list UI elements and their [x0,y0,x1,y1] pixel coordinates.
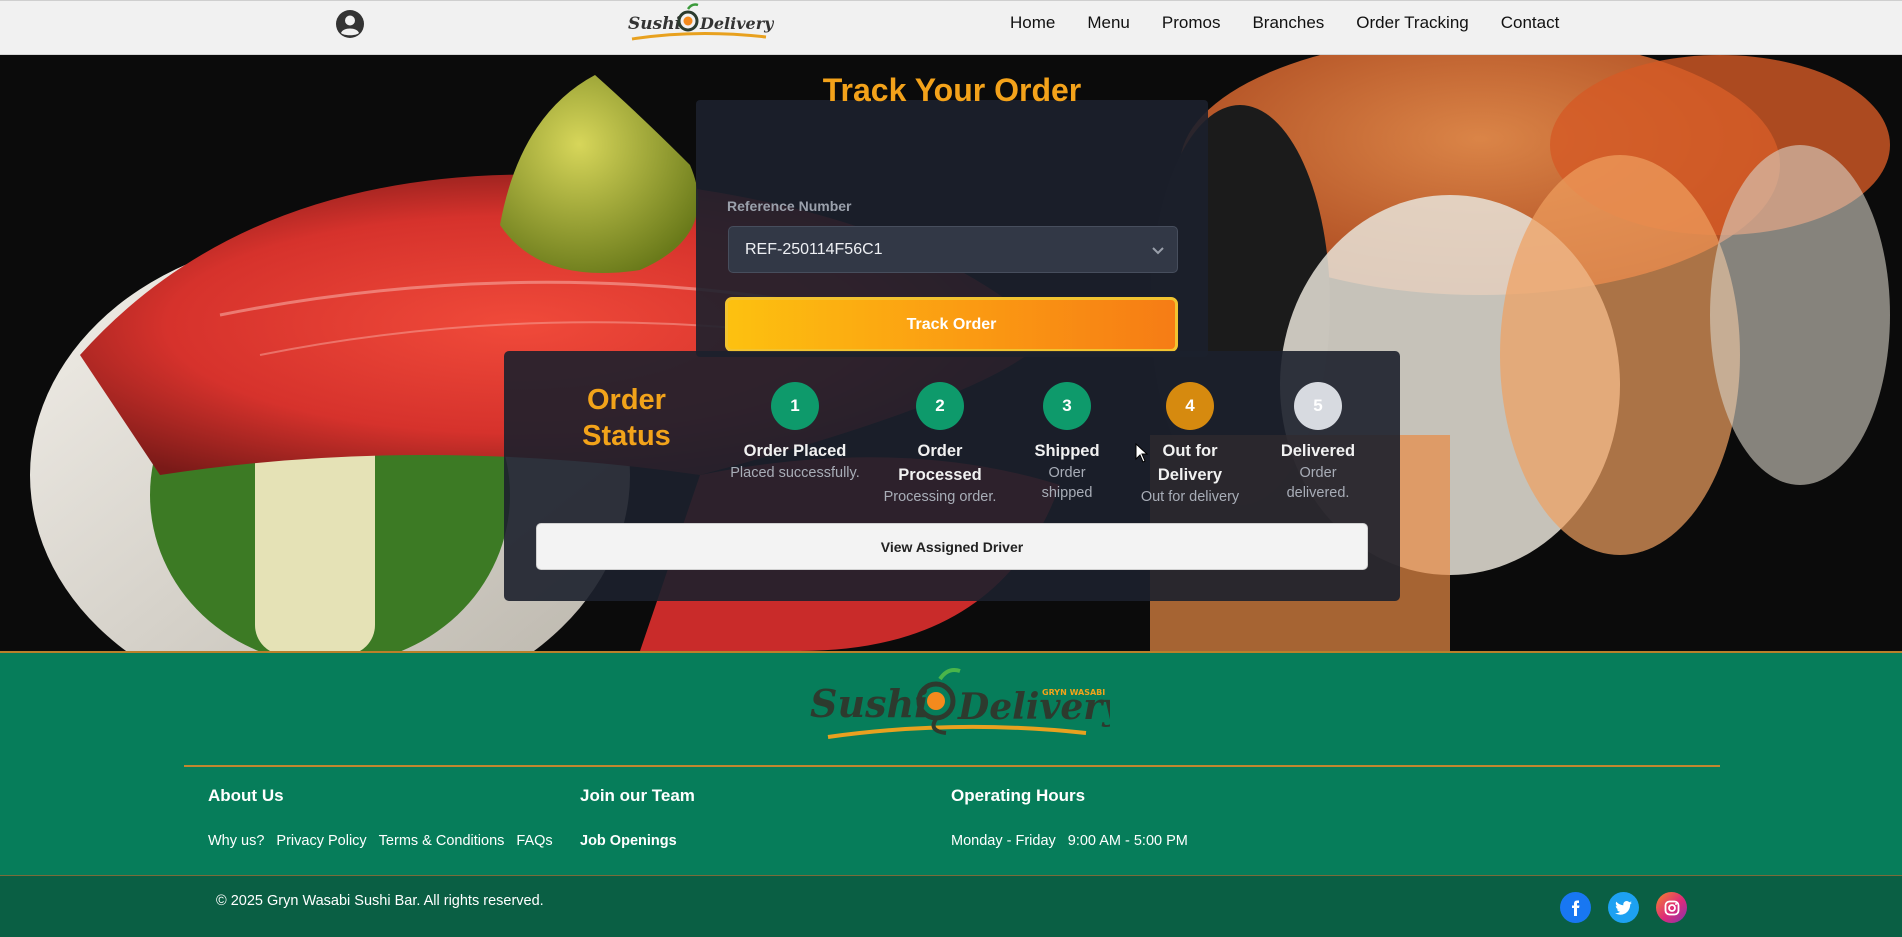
svg-text:GRYN WASABI: GRYN WASABI [1042,688,1105,697]
reference-number-value: REF-250114F56C1 [745,240,883,258]
track-order-button[interactable]: Track Order [725,297,1178,352]
site-footer: Sushi Delivery GRYN WASABI About Us Why … [0,651,1902,875]
step-label: Out for Delivery [1157,442,1223,484]
operating-days: Monday - Friday [951,833,1056,849]
order-status-card: Order Status 1 Order Placed Placed succe… [504,351,1400,601]
site-header: Sushi Delivery Home Menu Promos Branches… [0,0,1902,55]
copyright-text: © 2025 Gryn Wasabi Sushi Bar. All rights… [216,893,544,909]
faqs-link[interactable]: FAQs [516,833,552,849]
svg-text:Delivery: Delivery [699,14,774,33]
step-description: Placed successfully. [730,465,860,481]
twitter-icon[interactable] [1608,892,1639,923]
status-step-order-processed: 2 Order Processed Processing order. [875,382,1005,507]
step-description: Order shipped [1041,465,1093,501]
social-links [1560,892,1687,923]
about-us-heading: About Us [208,786,284,805]
step-description: Out for delivery [1140,489,1240,505]
order-status-title: Order Status [582,384,671,452]
footer-logo: Sushi Delivery GRYN WASABI [810,668,1110,739]
nav-promos[interactable]: Promos [1162,13,1221,33]
footer-divider [184,765,1720,767]
account-icon[interactable] [335,9,365,39]
nav-menu[interactable]: Menu [1087,13,1130,33]
track-order-title: Track Your Order [822,72,1082,108]
reference-number-select[interactable]: REF-250114F56C1 [728,226,1178,273]
terms-conditions-link[interactable]: Terms & Conditions [379,833,505,849]
why-us-link[interactable]: Why us? [208,833,264,849]
operating-hours-heading: Operating Hours [951,786,1086,805]
main-nav: Home Menu Promos Branches Order Tracking… [1010,1,1559,45]
svg-text:Sushi: Sushi [810,681,929,726]
step-number-badge: 1 [771,382,819,430]
nav-order-tracking[interactable]: Order Tracking [1356,13,1468,33]
mouse-cursor-icon [1135,443,1149,463]
status-step-order-placed: 1 Order Placed Placed successfully. [730,382,860,483]
step-label: Order Placed [743,442,847,460]
nav-branches[interactable]: Branches [1252,13,1324,33]
step-description: Order delivered. [1286,465,1350,501]
chevron-down-icon [1152,247,1164,255]
status-step-shipped: 3 Shipped Order shipped [1002,382,1132,503]
track-order-card: Track Your Order Reference Number REF-25… [696,72,1208,357]
step-number-badge: 3 [1043,382,1091,430]
view-assigned-driver-button[interactable]: View Assigned Driver [536,523,1368,570]
step-label: Order Processed [898,442,982,484]
reference-number-label: Reference Number [727,198,852,214]
status-step-delivered: 5 Delivered Order delivered. [1253,382,1383,503]
facebook-icon[interactable] [1560,892,1591,923]
operating-time: 9:00 AM - 5:00 PM [1067,833,1188,849]
nav-home[interactable]: Home [1010,13,1055,33]
about-links: Why us? Privacy Policy Terms & Condition… [208,833,553,849]
privacy-policy-link[interactable]: Privacy Policy [276,833,366,849]
nav-contact[interactable]: Contact [1501,13,1560,33]
step-description: Processing order. [883,489,997,505]
job-openings-link[interactable]: Job Openings [580,833,677,849]
step-label: Delivered [1280,442,1356,460]
operating-hours: Monday - Friday 9:00 AM - 5:00 PM [951,833,1188,849]
step-number-badge: 2 [916,382,964,430]
join-team-heading: Join our Team [580,786,695,805]
step-number-badge: 4 [1166,382,1214,430]
footer-bottom-bar: © 2025 Gryn Wasabi Sushi Bar. All rights… [0,875,1902,937]
instagram-icon[interactable] [1656,892,1687,923]
step-number-badge: 5 [1294,382,1342,430]
svg-text:Sushi: Sushi [628,14,681,34]
hero-section: Track Your Order Reference Number REF-25… [0,55,1902,651]
step-label: Shipped [1034,442,1100,460]
header-logo[interactable]: Sushi Delivery [626,3,774,45]
